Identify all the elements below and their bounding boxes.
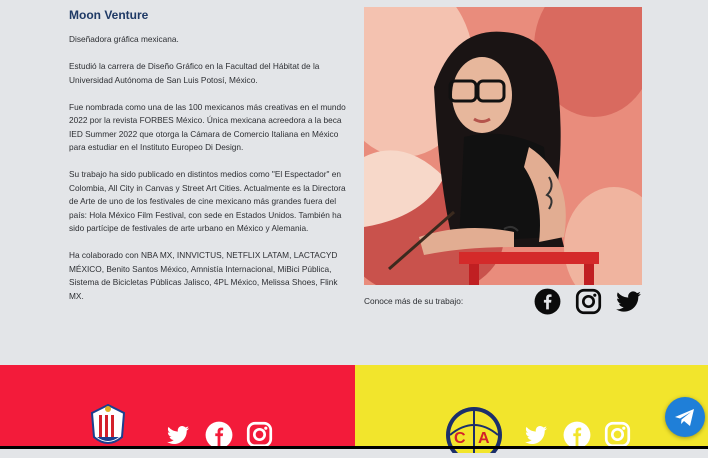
instagram-link[interactable] <box>575 288 602 320</box>
instagram-icon <box>604 421 631 448</box>
artist-name: Moon Venture <box>69 8 149 22</box>
bio-paragraph-1: Diseñadora gráfica mexicana. <box>69 34 179 44</box>
twitter-icon <box>525 426 547 444</box>
telegram-chat-button[interactable] <box>665 397 705 437</box>
footer-right-facebook-link[interactable] <box>563 421 591 454</box>
twitter-icon <box>167 426 189 444</box>
bio-paragraph-3: Fue nombrada como una de las 100 mexican… <box>69 101 346 153</box>
instagram-icon <box>575 288 602 315</box>
bio-section: Moon Venture Diseñadora gráfica mexicana… <box>69 8 349 317</box>
svg-text:C: C <box>454 430 466 447</box>
bio-paragraph-5: Ha colaborado con NBA MX, INNVICTUS, NET… <box>69 250 338 301</box>
twitter-icon <box>616 291 641 312</box>
footer-america-panel: C A <box>355 365 708 458</box>
instagram-icon <box>246 421 273 448</box>
facebook-icon <box>205 421 233 449</box>
social-cta-label: Conoce más de su trabajo: <box>364 296 464 306</box>
twitter-link[interactable] <box>615 288 642 320</box>
artist-photo <box>364 7 642 285</box>
facebook-link[interactable] <box>534 288 561 320</box>
bio-paragraph-4: Su trabajo ha sido publicado en distinto… <box>69 169 346 233</box>
footer-chivas-panel <box>0 365 355 449</box>
svg-text:A: A <box>478 430 490 447</box>
telegram-icon <box>675 409 694 426</box>
bio-paragraph-2: Estudió la carrera de Diseño Gráfico en … <box>69 61 320 85</box>
club-america-crest: C A <box>440 405 508 458</box>
facebook-icon <box>563 421 591 449</box>
facebook-icon <box>534 288 561 315</box>
footer-left-facebook-link[interactable] <box>205 421 233 454</box>
